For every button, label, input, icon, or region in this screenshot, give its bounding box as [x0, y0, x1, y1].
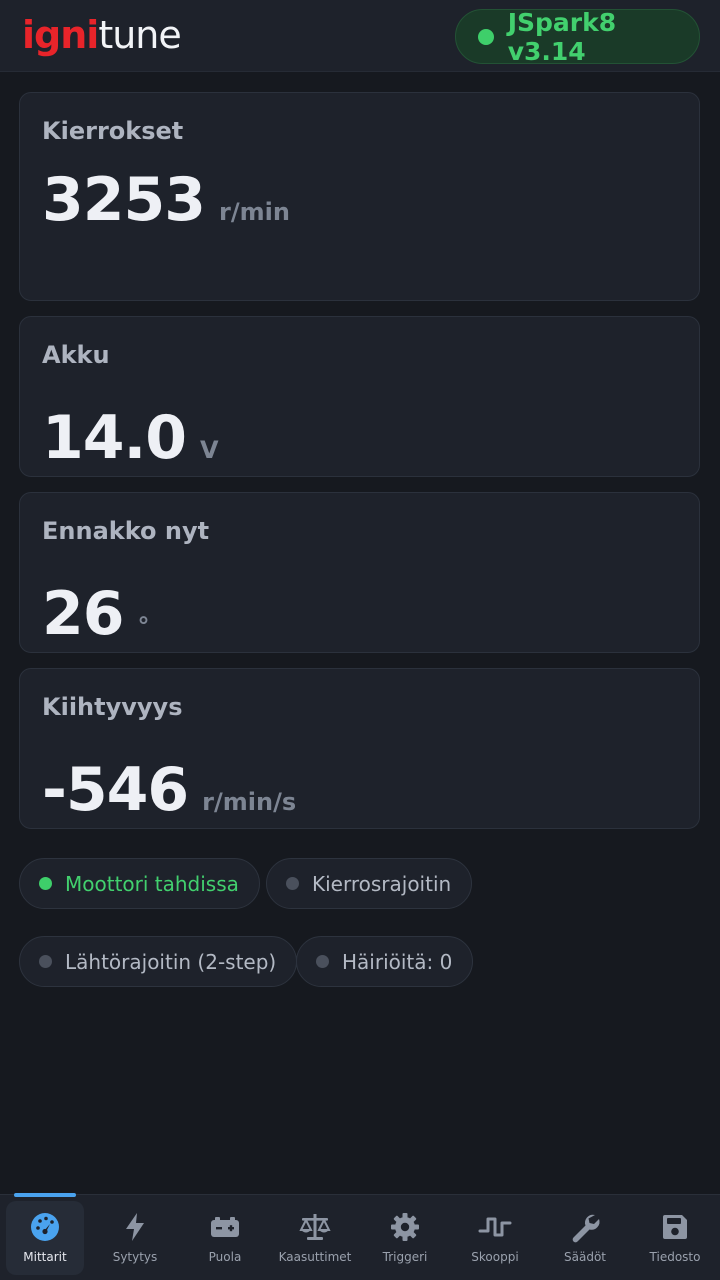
gauge-icon [31, 1213, 59, 1241]
acceleration-card: Kiihtyvyys -546 r/min/s [19, 668, 700, 829]
gear-icon [391, 1213, 419, 1241]
rpm-value: 3253 [42, 165, 206, 235]
nav-label: Säädöt [564, 1250, 606, 1264]
timing-card: Ennakko nyt 26 ° [19, 492, 700, 653]
active-tab-indicator [14, 1193, 76, 1197]
nav-tab-ignition[interactable]: Sytytys [96, 1201, 174, 1275]
nav-tab-gauges[interactable]: Mittarit [6, 1201, 84, 1275]
scale-icon [299, 1214, 331, 1240]
app-root: ignitune JSpark8 v3.14 Kierrokset 3253 r… [0, 0, 720, 1280]
bottom-navigation: Mittarit Sytytys Puola Kaasuttimet Trigg… [0, 1193, 720, 1280]
device-connection-pill[interactable]: JSpark8 v3.14 [455, 7, 700, 66]
chip-label: Lähtörajoitin (2-step) [65, 949, 277, 974]
wrench-icon [572, 1214, 600, 1243]
acceleration-unit: r/min/s [202, 788, 297, 816]
nav-label: Kaasuttimet [278, 1250, 352, 1264]
nav-tab-trigger[interactable]: Triggeri [366, 1201, 444, 1275]
nav-tab-file[interactable]: Tiedosto [636, 1201, 714, 1275]
rpm-title: Kierrokset [42, 117, 184, 145]
battery-icon [211, 1217, 239, 1237]
acceleration-value-row: -546 r/min/s [42, 755, 296, 825]
status-chip-launch-limiter: Lähtörajoitin (2-step) [19, 936, 298, 987]
acceleration-title: Kiihtyvyys [42, 693, 183, 721]
battery-card: Akku 14.0 V [19, 316, 700, 477]
status-dot [316, 955, 329, 968]
battery-value-row: 14.0 V [42, 403, 219, 473]
status-chip-rev-limiter: Kierrosrajoitin [266, 858, 473, 909]
timing-value-row: 26 ° [42, 579, 150, 649]
timing-title: Ennakko nyt [42, 517, 210, 545]
timing-value: 26 [42, 579, 124, 649]
status-dot [39, 955, 52, 968]
acceleration-value: -546 [42, 755, 189, 825]
logo-part-tune: tune [98, 13, 181, 57]
nav-tab-settings[interactable]: Säädöt [546, 1201, 624, 1275]
logo-part-igni: igni [22, 13, 99, 57]
nav-tab-scope[interactable]: Skooppi [456, 1201, 534, 1275]
battery-unit: V [200, 436, 219, 464]
nav-label: Sytytys [112, 1250, 158, 1264]
rpm-unit: r/min [219, 198, 290, 226]
chip-label: Moottori tahdissa [65, 871, 239, 896]
status-chip-engine-sync: Moottori tahdissa [19, 858, 260, 909]
battery-value: 14.0 [42, 403, 187, 473]
rpm-card: Kierrokset 3253 r/min [19, 92, 700, 301]
rpm-value-row: 3253 r/min [42, 165, 290, 235]
nav-label: Skooppi [471, 1250, 519, 1264]
timing-unit: ° [137, 612, 150, 640]
nav-label: Tiedosto [649, 1250, 701, 1264]
battery-title: Akku [42, 341, 110, 369]
nav-label: Puola [208, 1250, 242, 1264]
connection-status-dot [478, 28, 494, 45]
app-header: ignitune JSpark8 v3.14 [0, 0, 720, 72]
floppy-disk-icon [663, 1215, 687, 1239]
lightning-icon [126, 1213, 144, 1241]
chip-label: Kierrosrajoitin [312, 871, 452, 896]
nav-tab-carburetors[interactable]: Kaasuttimet [276, 1201, 354, 1275]
status-chip-faults: Häiriöitä: 0 [296, 936, 474, 987]
chip-label: Häiriöitä: 0 [342, 949, 453, 974]
nav-label: Triggeri [382, 1250, 428, 1264]
device-name-label: JSpark8 v3.14 [507, 7, 617, 66]
status-dot [286, 877, 299, 890]
nav-tab-coil[interactable]: Puola [186, 1201, 264, 1275]
pulse-wave-icon [478, 1217, 512, 1237]
status-dot [39, 877, 52, 890]
nav-label: Mittarit [23, 1250, 67, 1264]
ignitune-logo: ignitune [22, 12, 182, 58]
